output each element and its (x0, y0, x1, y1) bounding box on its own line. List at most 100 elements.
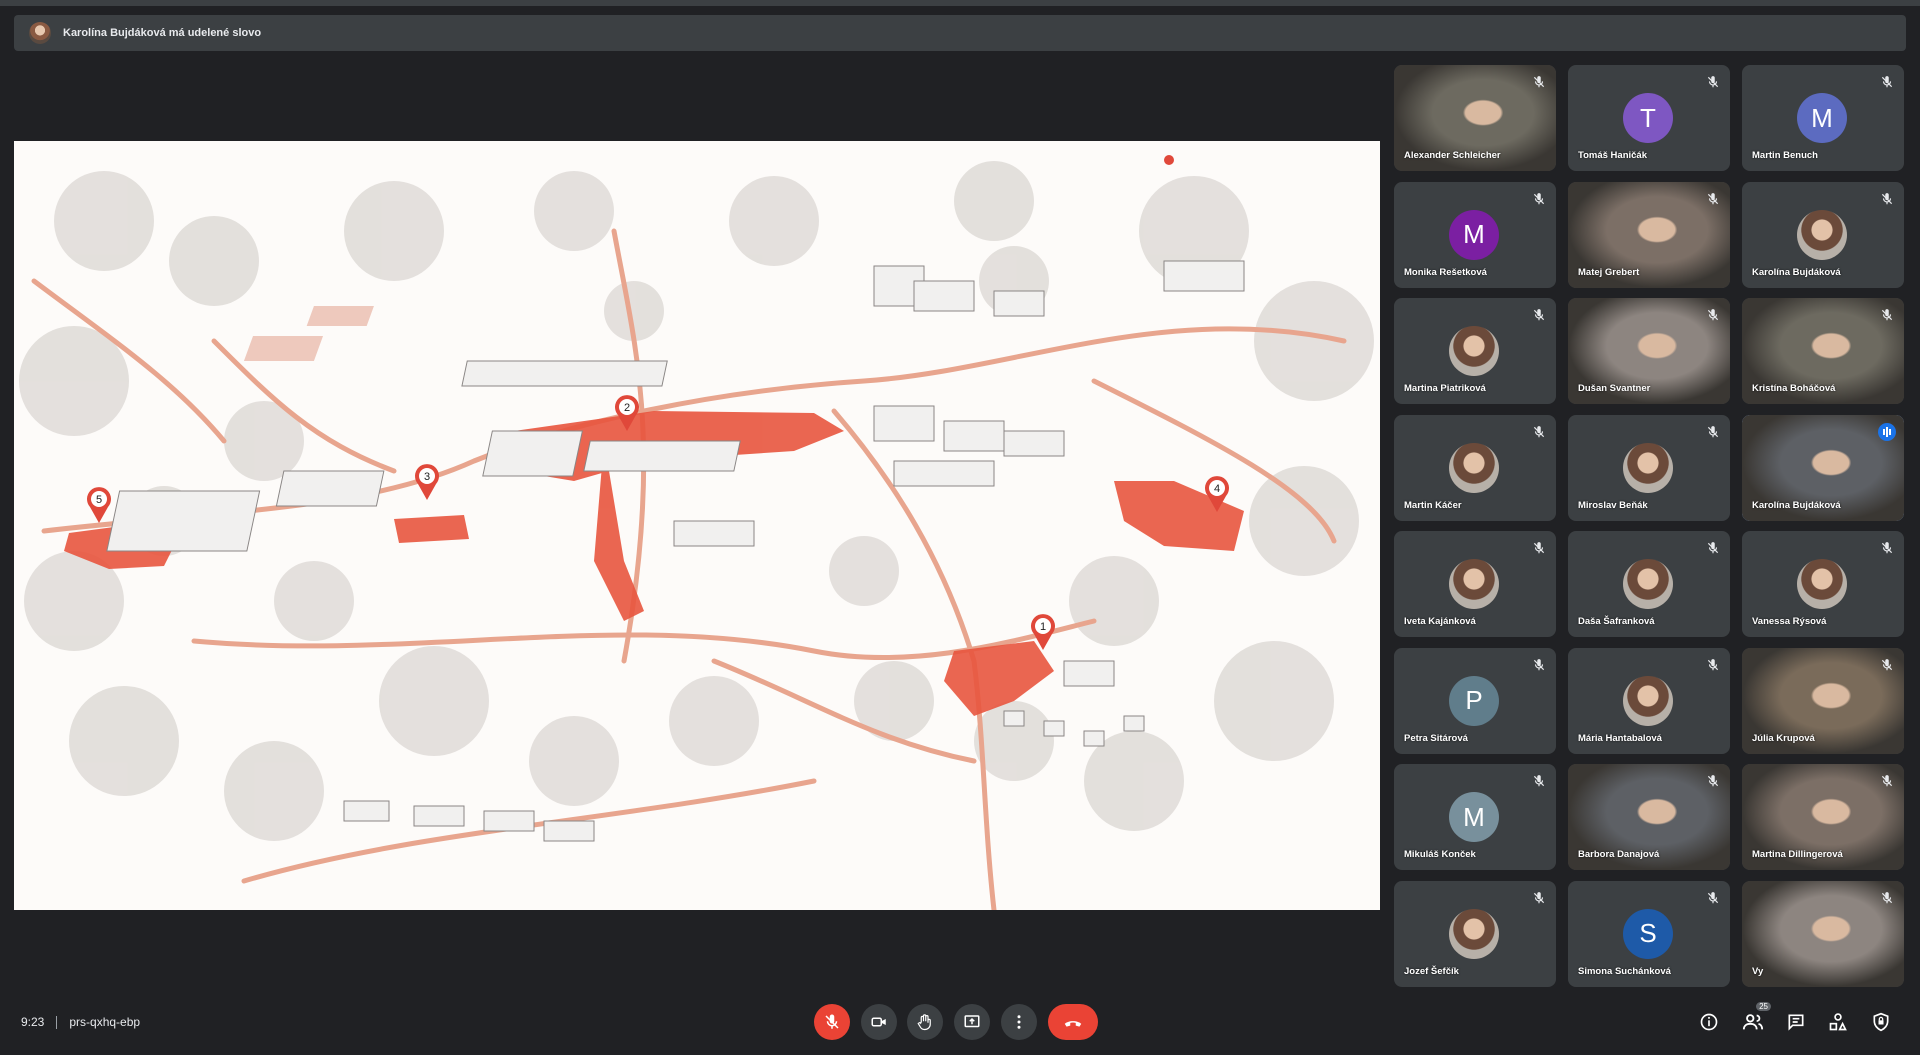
participant-tile[interactable]: Miroslav Beňák (1568, 414, 1730, 521)
participant-tile[interactable]: Martina Piatriková (1394, 298, 1556, 404)
activities-button[interactable] (1826, 1010, 1850, 1034)
mic-off-icon (825, 1014, 839, 1029)
mic-off-icon (1706, 425, 1720, 439)
speaker-banner: Karolína Bujdáková má udelené slovo (14, 15, 1906, 51)
present-screen-button[interactable] (954, 1004, 990, 1040)
mic-off-icon (1706, 308, 1720, 322)
mic-off-icon (1706, 774, 1720, 788)
participant-name: Júlia Krupová (1752, 732, 1815, 744)
presentation-stage[interactable]: 5 3 2 4 1 (14, 141, 1380, 910)
mic-off-icon (1532, 658, 1546, 672)
info-icon (1700, 1013, 1718, 1031)
participant-tile[interactable]: Barbora Danajová (1568, 764, 1730, 870)
participant-name: Mária Hantabalová (1578, 732, 1662, 744)
participant-name: Alexander Schleicher (1404, 150, 1501, 161)
participant-tile[interactable]: S Simona Suchánková (1568, 880, 1730, 987)
mic-off-icon (1880, 541, 1894, 555)
camera-toggle-button[interactable] (861, 1004, 897, 1040)
avatar (1797, 209, 1847, 260)
participant-name: Monika Rešetková (1404, 266, 1487, 278)
participant-name: Jozef Šefčík (1404, 965, 1459, 977)
participant-name: Kristína Boháčová (1752, 383, 1836, 394)
participant-name: Simona Suchánková (1578, 965, 1671, 977)
bottom-bar: 9:23 prs-qxhq-ebp 25 (0, 1000, 1920, 1055)
participant-tile[interactable]: Dušan Svantner (1568, 298, 1730, 404)
mic-off-icon (1880, 774, 1894, 788)
pointer-dot (1164, 155, 1174, 165)
chat-button[interactable] (1784, 1010, 1808, 1034)
host-controls-button[interactable] (1869, 1010, 1893, 1034)
participant-tile[interactable]: Vy (1742, 880, 1904, 987)
activities-icon (1829, 1013, 1847, 1031)
clock-time: 9:23 (21, 1015, 45, 1029)
avatar (1449, 442, 1499, 493)
marker-label: 5 (96, 494, 102, 506)
participant-name: Petra Sitárová (1404, 732, 1468, 744)
participant-tile[interactable]: Jozef Šefčík (1394, 880, 1556, 987)
meeting-info: 9:23 prs-qxhq-ebp (21, 1015, 140, 1029)
participant-tile[interactable]: Matej Grebert (1568, 181, 1730, 288)
more-icon (1017, 1015, 1021, 1029)
mic-off-icon (1880, 891, 1894, 905)
leave-call-button[interactable] (1048, 1004, 1098, 1040)
mic-off-icon (1880, 658, 1894, 672)
marker-label: 4 (1214, 483, 1220, 495)
avatar (1449, 908, 1499, 959)
participant-tile[interactable]: Vanessa Rýsová (1742, 531, 1904, 637)
participant-tile[interactable]: Iveta Kajánková (1394, 531, 1556, 637)
participant-tile[interactable]: Martina Dillingerová (1742, 764, 1904, 870)
leave-call-icon (1064, 1021, 1082, 1027)
mic-off-icon (1880, 192, 1894, 206)
participant-tile[interactable]: Karolína Bujdáková (1742, 181, 1904, 288)
participant-tile[interactable]: Karolína Bujdáková (1742, 414, 1904, 521)
participant-name: Karolína Bujdáková (1752, 499, 1841, 511)
participant-name: Barbora Danajová (1578, 849, 1660, 860)
participant-tile[interactable]: T Tomáš Haničák (1568, 65, 1730, 171)
participant-tile[interactable]: P Petra Sitárová (1394, 647, 1556, 754)
avatar (1797, 559, 1847, 609)
participant-name: Martina Piatriková (1404, 383, 1486, 394)
avatar (1449, 559, 1499, 609)
participant-tile[interactable]: M Monika Rešetková (1394, 181, 1556, 288)
participant-name: Matej Grebert (1578, 266, 1640, 278)
participant-tile[interactable]: M Martin Benuch (1742, 65, 1904, 171)
camera-icon (871, 1017, 886, 1027)
avatar: S (1623, 908, 1673, 959)
participant-tile[interactable]: Júlia Krupová (1742, 647, 1904, 754)
mic-off-icon (1880, 308, 1894, 322)
meeting-code: prs-qxhq-ebp (69, 1015, 141, 1029)
mic-off-icon (1706, 75, 1720, 89)
participant-tile[interactable]: Alexander Schleicher (1394, 65, 1556, 171)
mic-off-icon (1706, 192, 1720, 206)
participant-name: Martin Benuch (1752, 150, 1818, 161)
mic-toggle-button[interactable] (814, 1004, 850, 1040)
mic-off-icon (1532, 774, 1546, 788)
hand-icon (917, 1014, 931, 1031)
meeting-details-button[interactable] (1697, 1010, 1721, 1034)
participant-name: Martina Dillingerová (1752, 849, 1843, 860)
mic-off-icon (1880, 75, 1894, 89)
raise-hand-button[interactable] (907, 1004, 943, 1040)
present-icon (964, 1015, 980, 1028)
avatar: M (1449, 792, 1499, 842)
participant-name: Vanessa Rýsová (1752, 616, 1827, 627)
people-icon (1742, 1014, 1764, 1030)
participant-tile[interactable]: M Mikuláš Konček (1394, 764, 1556, 870)
participant-tile[interactable]: Daša Šafranková (1568, 531, 1730, 637)
participant-tile[interactable]: Kristína Boháčová (1742, 298, 1904, 404)
banner-text: Karolína Bujdáková má udelené slovo (63, 27, 262, 39)
more-options-button[interactable] (1001, 1004, 1037, 1040)
avatar (29, 22, 51, 44)
participant-tile[interactable]: Martin Káčer (1394, 414, 1556, 521)
mic-off-icon (1532, 192, 1546, 206)
participant-name: Miroslav Beňák (1578, 499, 1648, 511)
participant-tile[interactable]: Mária Hantabalová (1568, 647, 1730, 754)
participant-name: Daša Šafranková (1578, 616, 1655, 627)
avatar (1449, 326, 1499, 376)
mic-off-icon (1532, 308, 1546, 322)
marker-label: 1 (1040, 621, 1046, 633)
avatar: P (1449, 675, 1499, 726)
avatar (1623, 559, 1673, 609)
people-button[interactable]: 25 (1741, 1002, 1771, 1034)
avatar: M (1449, 209, 1499, 260)
